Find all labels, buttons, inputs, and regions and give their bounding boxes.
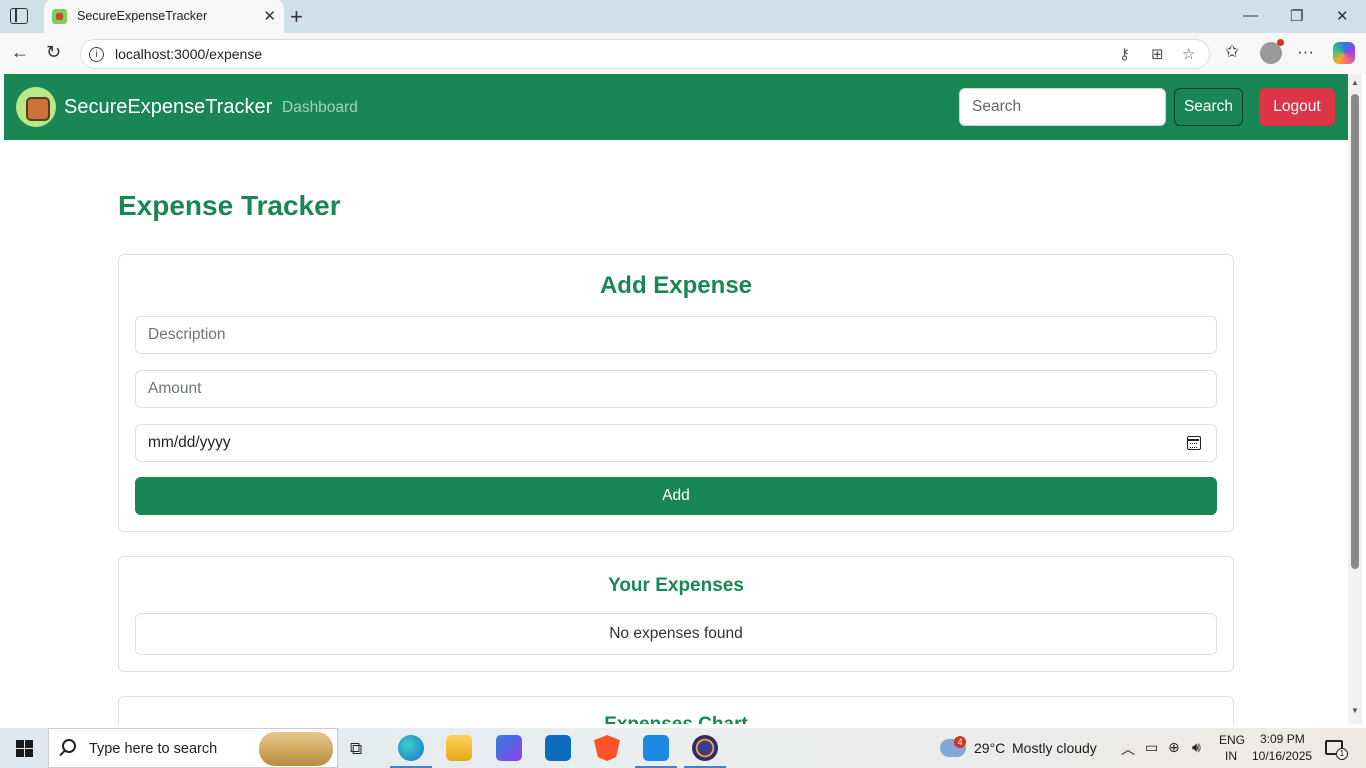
clock-date[interactable]: 10/16/2025 <box>1252 749 1312 763</box>
profile-avatar[interactable] <box>1260 39 1284 64</box>
windows-taskbar: Type here to search ⧉ 4 29°C Mostly clou… <box>0 728 1366 768</box>
favicon-icon <box>52 9 67 24</box>
notification-badge: 1 <box>1336 748 1348 760</box>
windows-start-icon[interactable] <box>16 740 33 757</box>
back-arrow-icon[interactable]: ← <box>11 42 29 63</box>
description-field[interactable] <box>135 316 1217 354</box>
favorite-star-icon[interactable]: ☆ <box>1182 45 1195 63</box>
brand-name[interactable]: SecureExpenseTracker <box>64 96 272 119</box>
add-expense-title: Add Expense <box>599 272 753 299</box>
task-view-icon[interactable]: ⧉ <box>350 739 362 759</box>
tab-actions-icon[interactable] <box>10 8 28 24</box>
weather-text[interactable]: Mostly cloudy <box>1012 740 1097 756</box>
restore-icon[interactable]: ❐ <box>1290 7 1303 25</box>
edge-browser-icon[interactable] <box>390 735 432 768</box>
tab-close-icon[interactable]: ✕ <box>263 7 276 25</box>
key-icon[interactable]: ⚷ <box>1119 45 1130 63</box>
address-bar[interactable]: i localhost:3000/expense ⚷ ⊞ ☆ <box>80 39 1210 69</box>
eclipse-icon[interactable] <box>684 735 726 768</box>
volume-icon[interactable]: 🔊︎ <box>1192 739 1201 756</box>
search-button[interactable]: Search <box>1174 88 1243 126</box>
scroll-down-icon[interactable]: ▼ <box>1351 706 1359 715</box>
search-input[interactable] <box>959 88 1166 126</box>
battery-icon[interactable]: ▭ <box>1145 739 1158 756</box>
page-scrollbar[interactable]: ▲ ▼ <box>1348 74 1362 724</box>
date-placeholder: mm/dd/yyyy <box>148 434 231 451</box>
expenses-list-card: Your Expenses No expenses found <box>118 556 1234 672</box>
your-expenses-title: Your Expenses <box>608 575 744 596</box>
minimize-icon[interactable]: — <box>1243 7 1258 24</box>
browser-tab[interactable]: SecureExpenseTracker ✕ <box>44 0 284 33</box>
copilot-icon[interactable] <box>1333 42 1355 64</box>
taskbar-search-box[interactable]: Type here to search <box>48 728 338 768</box>
network-globe-icon[interactable]: ⊕ <box>1168 739 1180 756</box>
brave-browser-icon[interactable] <box>594 735 620 761</box>
add-expense-button[interactable]: Add <box>135 477 1217 515</box>
scroll-thumb[interactable] <box>1351 94 1359 569</box>
amount-field[interactable] <box>135 370 1217 408</box>
tab-title: SecureExpenseTracker <box>77 9 208 23</box>
expenses-chart-card: Expenses Chart <box>118 696 1234 724</box>
empty-expenses-message: No expenses found <box>135 613 1217 655</box>
store-icon[interactable] <box>496 735 522 761</box>
scroll-up-icon[interactable]: ▲ <box>1351 78 1359 87</box>
search-highlight-image <box>259 732 333 766</box>
temperature-text[interactable]: 29°C <box>974 740 1005 756</box>
vscode-icon[interactable] <box>635 735 677 768</box>
date-field[interactable]: mm/dd/yyyy <box>135 424 1217 462</box>
search-icon <box>62 739 76 753</box>
weather-badge: 4 <box>954 736 966 748</box>
add-expense-card: Add Expense mm/dd/yyyy Add <box>118 254 1234 532</box>
calendar-icon[interactable] <box>1187 436 1201 450</box>
app-navbar: SecureExpenseTracker Dashboard Search Lo… <box>4 74 1348 140</box>
refresh-icon[interactable]: ↻ <box>46 42 61 63</box>
info-icon[interactable]: i <box>89 47 104 62</box>
page-viewport: SecureExpenseTracker Dashboard Search Lo… <box>4 74 1348 724</box>
url-text[interactable]: localhost:3000/expense <box>115 46 262 62</box>
new-tab-icon[interactable]: + <box>290 4 303 30</box>
language-code[interactable]: ENG <box>1219 733 1245 747</box>
browser-toolbar: ← ↻ i localhost:3000/expense ⚷ ⊞ ☆ ✩ ··· <box>0 33 1366 74</box>
file-explorer-icon[interactable] <box>446 735 472 761</box>
window-close-icon[interactable]: ✕ <box>1336 7 1349 25</box>
browser-tab-strip: SecureExpenseTracker ✕ + — ❐ ✕ <box>0 0 1366 33</box>
logout-button[interactable]: Logout <box>1259 88 1335 126</box>
clock-time[interactable]: 3:09 PM <box>1260 732 1305 746</box>
brand-logo-icon[interactable] <box>16 87 56 127</box>
app-install-icon[interactable]: ⊞ <box>1151 45 1164 63</box>
nav-link-dashboard[interactable]: Dashboard <box>282 99 358 117</box>
expenses-chart-title: Expenses Chart <box>119 714 1233 724</box>
favorites-icon[interactable]: ✩ <box>1225 42 1239 62</box>
language-region[interactable]: IN <box>1225 749 1237 763</box>
page-title: Expense Tracker <box>118 190 341 221</box>
taskbar-search-placeholder: Type here to search <box>89 741 218 757</box>
outlook-icon[interactable] <box>545 735 571 761</box>
more-menu-icon[interactable]: ··· <box>1297 42 1314 62</box>
chevron-up-icon[interactable]: ︿ <box>1121 739 1135 759</box>
